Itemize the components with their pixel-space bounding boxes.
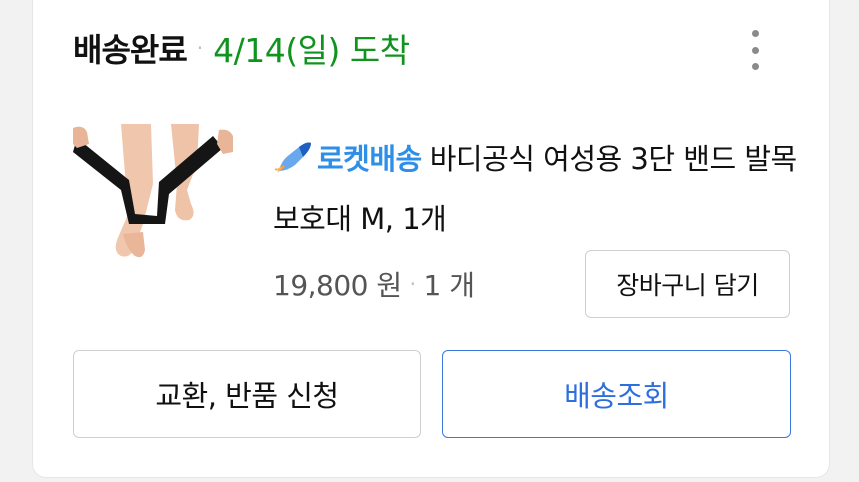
dot [751, 46, 759, 54]
dot [751, 30, 759, 37]
price-separator: · [409, 272, 416, 296]
product-image[interactable] [73, 124, 233, 264]
exchange-return-button[interactable]: 교환, 반품 신청 [73, 350, 421, 438]
product-title[interactable]: 로켓배송 바디공식 여성용 3단 밴드 발목보호대 M, 1개 [273, 132, 803, 246]
dot [751, 63, 759, 70]
add-to-cart-button[interactable]: 장바구니 담기 [585, 250, 790, 318]
track-delivery-button[interactable]: 배송조회 [442, 350, 791, 438]
arrival-date: 4/14(일) 도착 [213, 31, 410, 70]
delivery-status: 배송완료 [73, 31, 188, 69]
price-quantity: 19,800 원 · 1 개 [273, 262, 475, 306]
rocket-icon [273, 138, 313, 192]
ankle-brace-photo [73, 124, 233, 258]
more-vertical-icon[interactable] [747, 30, 763, 70]
product-price: 19,800 원 [273, 269, 402, 302]
order-header: 배송완료 · 4/14(일) 도착 [73, 24, 410, 72]
rocket-delivery-badge: 로켓배송 [317, 142, 422, 176]
order-card: 배송완료 · 4/14(일) 도착 로켓배송 바디공식 여성용 3단 밴드 발목… [32, 0, 830, 478]
product-quantity: 1 개 [423, 269, 475, 302]
header-separator: · [196, 36, 204, 60]
